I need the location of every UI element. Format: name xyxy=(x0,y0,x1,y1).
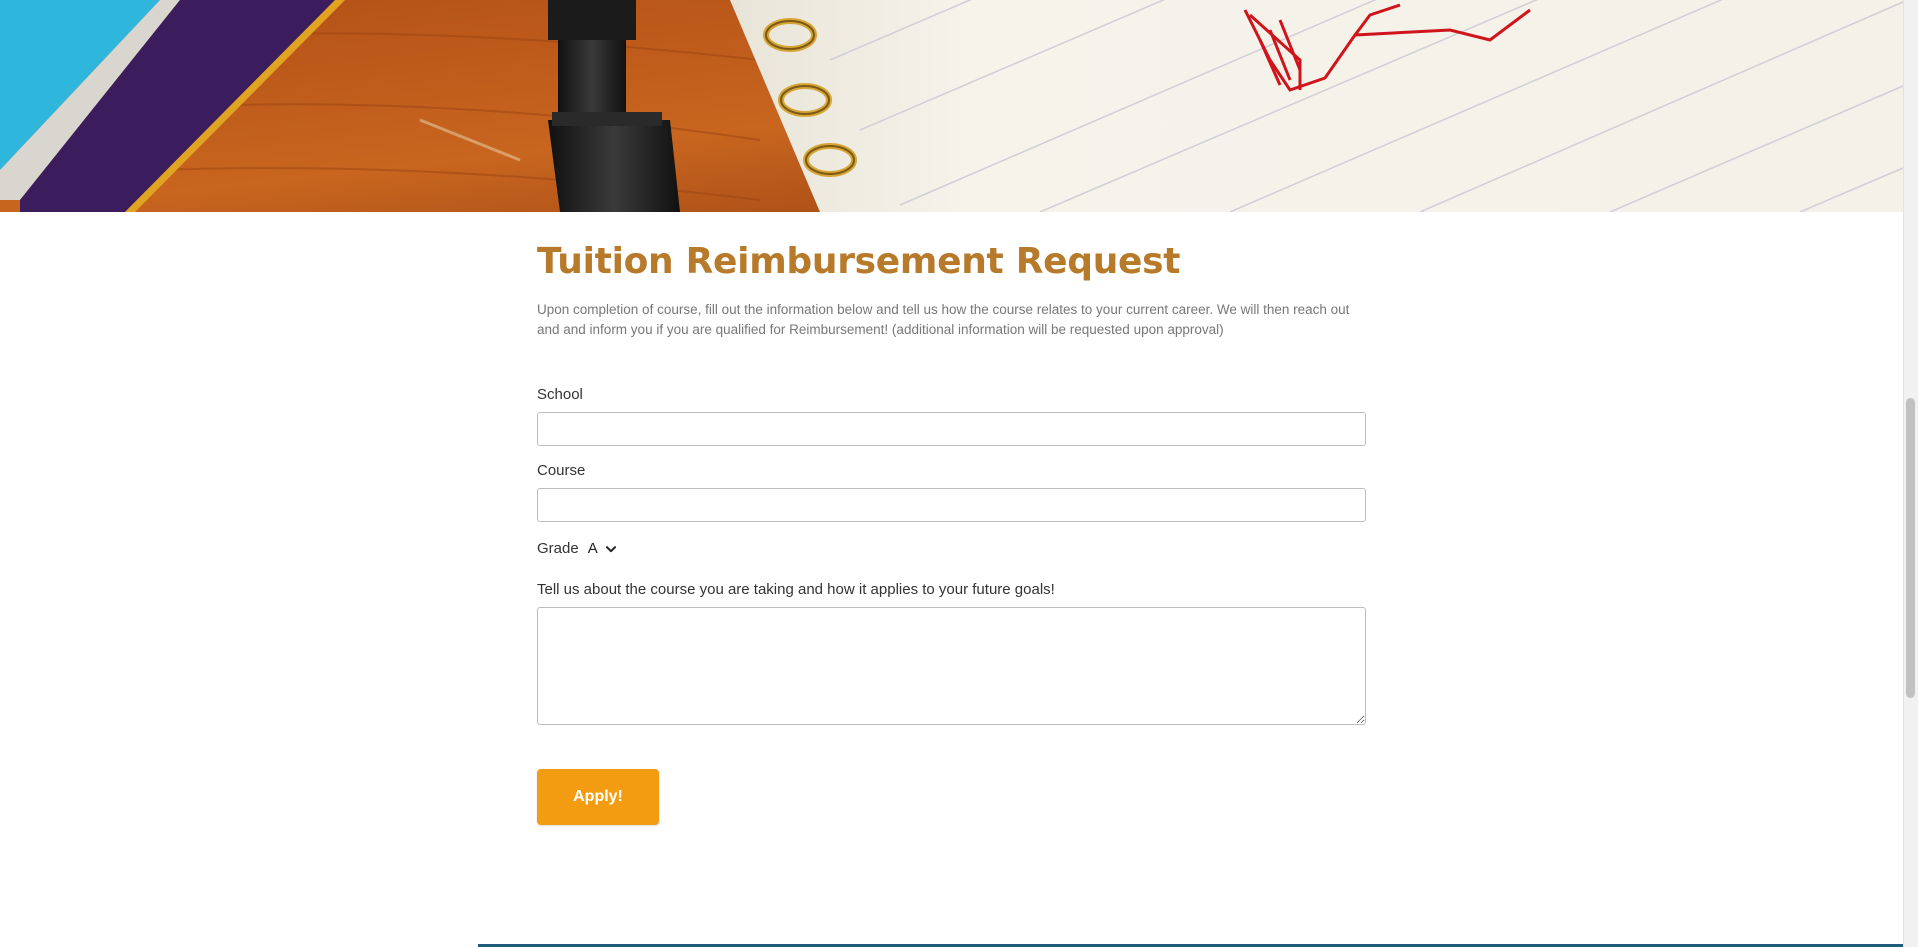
school-label: School xyxy=(537,386,583,403)
banner-illustration xyxy=(0,0,1903,212)
goals-label: Tell us about the course you are taking … xyxy=(537,581,1055,598)
grade-selected-value: A xyxy=(587,539,598,557)
grade-label: Grade xyxy=(537,539,579,557)
grade-row: Grade A xyxy=(537,538,1365,558)
course-input[interactable] xyxy=(537,488,1366,522)
apply-button[interactable]: Apply! xyxy=(537,769,659,825)
tuition-form: Tuition Reimbursement Request Upon compl… xyxy=(537,232,1366,825)
grade-select[interactable]: A xyxy=(588,540,616,557)
goals-textarea[interactable] xyxy=(537,607,1366,725)
course-label: Course xyxy=(537,462,586,479)
page-title: Tuition Reimbursement Request xyxy=(537,241,1181,282)
school-input[interactable] xyxy=(537,412,1366,446)
page: Tuition Reimbursement Request Upon compl… xyxy=(0,0,1918,947)
header-banner-image xyxy=(0,0,1903,212)
chevron-down-icon xyxy=(605,540,616,557)
scrollbar-thumb[interactable] xyxy=(1906,398,1915,698)
form-description: Upon completion of course, fill out the … xyxy=(537,302,1350,337)
